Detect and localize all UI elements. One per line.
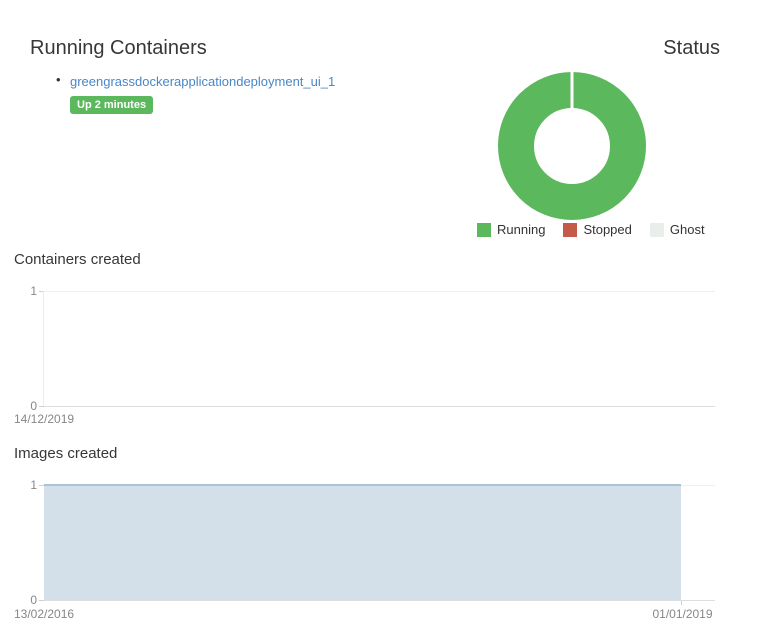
donut-segment-divider (571, 72, 574, 109)
images-area-series (44, 484, 681, 600)
images-ytick-1: 1 (17, 478, 37, 492)
running-swatch-icon (477, 223, 491, 237)
status-legend: Running Stopped Ghost (477, 222, 705, 238)
stopped-swatch-icon (563, 223, 577, 237)
status-badge: Up 2 minutes (70, 96, 153, 114)
legend-label: Running (497, 222, 545, 238)
images-ytick-0: 0 (17, 593, 37, 607)
legend-item-ghost[interactable]: Ghost (650, 222, 705, 238)
containers-gridline-bottom (39, 406, 715, 407)
containers-xlabel: 14/12/2019 (14, 412, 74, 426)
running-containers-list: greengrassdockerapplicationdeployment_ui… (70, 73, 335, 114)
status-title: Status (663, 36, 720, 60)
containers-tick-bottom (39, 406, 44, 407)
containers-y-axis (43, 291, 44, 407)
legend-item-stopped[interactable]: Stopped (563, 222, 631, 238)
images-xtick-right (681, 601, 682, 605)
legend-label: Stopped (583, 222, 631, 238)
images-xlabel-left: 13/02/2016 (14, 607, 74, 621)
images-created-title: Images created (14, 444, 117, 463)
legend-item-running[interactable]: Running (477, 222, 545, 238)
images-tick-bottom-left (39, 600, 44, 601)
images-gridline-bottom (39, 600, 715, 601)
dashboard-page: Running Containers greengrassdockerappli… (0, 0, 772, 628)
list-item: greengrassdockerapplicationdeployment_ui… (70, 73, 335, 114)
container-link[interactable]: greengrassdockerapplicationdeployment_ui… (70, 74, 335, 89)
status-donut-chart (497, 71, 647, 221)
ghost-swatch-icon (650, 223, 664, 237)
containers-ytick-0: 0 (17, 399, 37, 413)
running-containers-title: Running Containers (30, 36, 207, 60)
containers-created-title: Containers created (14, 250, 141, 269)
images-xlabel-right: 01/01/2019 (620, 607, 745, 621)
containers-ytick-1: 1 (17, 284, 37, 298)
containers-gridline-top (39, 291, 715, 292)
legend-label: Ghost (670, 222, 705, 238)
